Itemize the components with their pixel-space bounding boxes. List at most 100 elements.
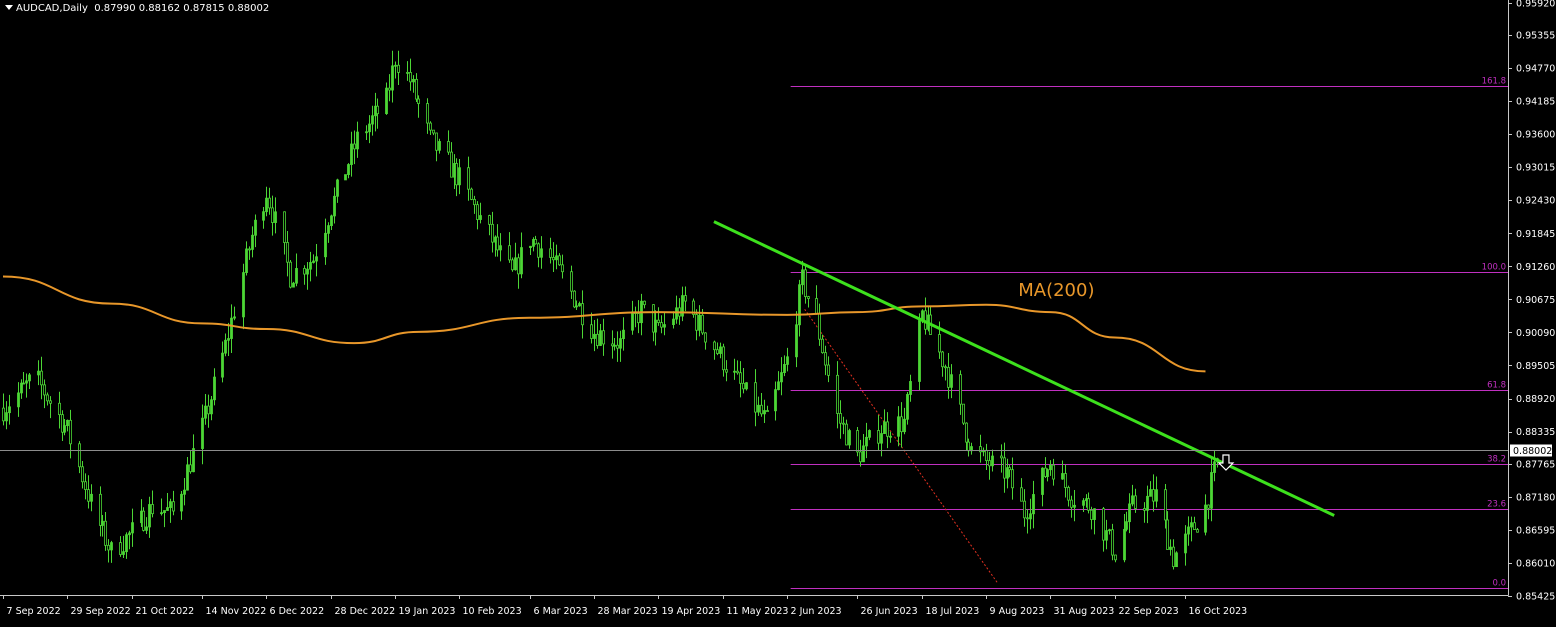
candle-body [736,370,739,374]
candle [104,511,107,551]
candle [695,309,698,341]
candle [204,394,207,425]
y-tick-label: 0.93015 [1516,163,1555,174]
candle-body [824,352,827,366]
candle-body [476,204,479,220]
candle-body [575,305,578,308]
candle [880,425,883,457]
candle-body [180,493,183,512]
candle-body [447,141,450,153]
candle [704,332,707,350]
candle-body [1023,500,1026,519]
candle [470,187,473,201]
candle [827,356,830,383]
x-tick-label: 31 Aug 2023 [1054,606,1115,617]
price-chart-svg[interactable]: 161.8 100.0 61.8 38.2 23.6 0.0 MA(200) 0.8800… [0,0,1556,623]
candle [657,307,660,326]
candle [1087,492,1090,514]
candle [719,342,722,359]
candle-body [1008,467,1011,471]
x-tick-label: 2 Jun 2023 [791,606,842,617]
candle-body [90,493,93,502]
candle [862,433,865,463]
candle [856,427,859,457]
candle [87,475,90,509]
candle-body [78,443,81,468]
candle-body [385,87,388,115]
candle-body [722,346,725,371]
fib-level-label: 61.8 [1487,381,1506,391]
candle [903,407,906,435]
candle [573,290,576,309]
candle-body [58,402,61,416]
candle [508,232,511,263]
candle [336,178,339,203]
candle-body [780,372,783,383]
candle-body [1052,464,1055,480]
candle [900,402,903,448]
candle [409,58,412,91]
candle-body [798,284,801,326]
candle-body [886,421,889,437]
candle-body [848,430,851,446]
candle [537,242,540,268]
candle-body [637,313,640,324]
candle [534,235,537,245]
candle-body [128,532,131,536]
candle [745,382,748,391]
candle-body [745,382,748,390]
candle [1070,495,1073,518]
candle-body [593,333,596,339]
candle [148,496,151,538]
candle-body [865,436,868,447]
candle [1207,504,1210,520]
x-tick-label: 16 Oct 2023 [1189,606,1248,617]
candle [90,484,93,512]
candle-body [1064,473,1067,488]
candle [842,416,845,435]
candle-body [900,416,903,433]
candle-body [17,392,20,408]
candle [213,368,216,406]
candle [131,508,134,547]
chart[interactable]: AUDCAD,Daily 0.87990 0.88162 0.87815 0.8… [0,0,1556,623]
candle-body [204,405,207,419]
y-tick-label: 0.90090 [1516,328,1555,339]
candle [189,450,192,474]
candle-body [8,406,11,414]
candle-body [426,103,429,124]
candle-body [985,449,988,462]
candle-body [283,211,286,243]
candle [333,187,336,224]
candle-body [842,422,845,425]
candle-body [877,430,880,444]
candle [455,158,458,197]
y-tick-label: 0.95355 [1516,30,1555,41]
candle-body [508,245,511,261]
candle-body [107,544,110,551]
candle [254,214,257,248]
candle [268,187,271,215]
candle-body [529,245,532,248]
candle [20,379,23,399]
candle [406,61,409,81]
candle [46,392,49,406]
candle [529,245,532,256]
candle-body [163,510,166,514]
symbol-menu-icon[interactable] [5,5,13,10]
candle-body [1210,472,1213,509]
candle-body [719,346,722,354]
candle-body [172,501,175,512]
candle [186,456,189,491]
candle-body [432,129,435,134]
candle-body [227,338,230,341]
candle-body [473,199,476,206]
candle-body [2,407,5,422]
candle [142,507,145,532]
candle [698,305,701,337]
candle [716,342,719,356]
candle [540,236,543,269]
candle-body [988,460,991,467]
candle [426,98,429,134]
x-tick-label: 29 Sep 2022 [71,606,131,617]
